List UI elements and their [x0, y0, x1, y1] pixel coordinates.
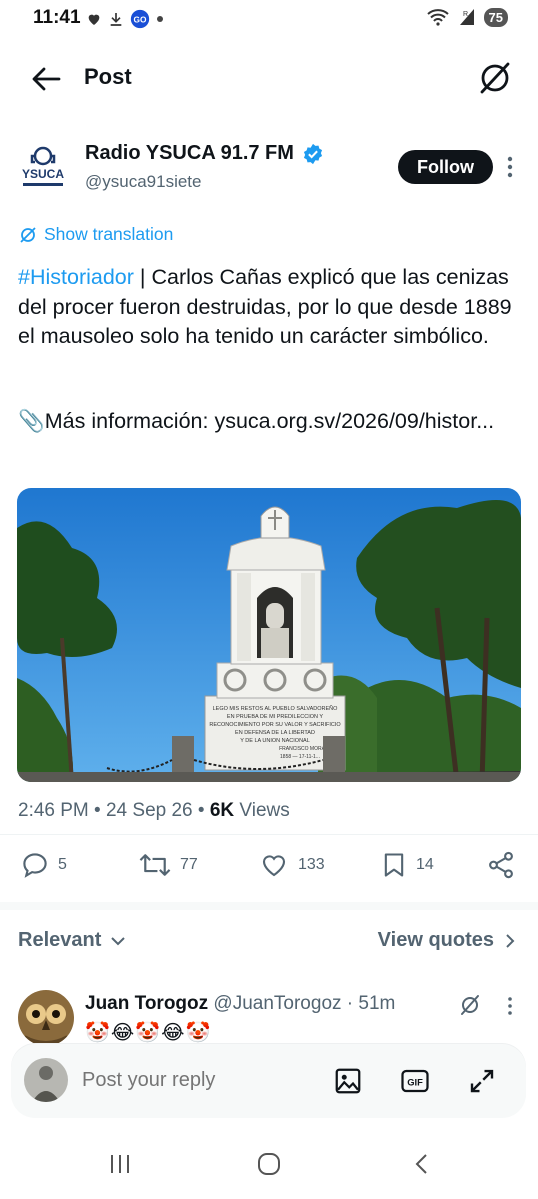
bookmark-icon: [384, 853, 404, 877]
section-divider: [0, 902, 538, 910]
app-badge-icon: GO: [130, 9, 150, 29]
back-arrow-icon[interactable]: [30, 64, 62, 94]
reply-more-options-icon[interactable]: [505, 996, 515, 1016]
reply-icon: [23, 853, 47, 878]
heart-icon: [88, 14, 100, 25]
view-quotes-label: View quotes: [377, 929, 494, 951]
inscription-line-3: RECONOCIMIENTO POR SU VALOR Y SACRIFICIO: [209, 722, 341, 728]
translate-icon: [20, 226, 36, 243]
more-options-icon[interactable]: [503, 154, 517, 180]
status-system-icons: R 75: [426, 7, 508, 27]
share-button[interactable]: [486, 850, 516, 880]
owl-avatar-image: [18, 990, 74, 1046]
share-icon: [489, 851, 513, 879]
status-bar: 11:41 GO R 75: [0, 0, 538, 38]
grok-icon[interactable]: [475, 58, 515, 98]
svg-text:YSUCA: YSUCA: [22, 167, 64, 181]
like-button[interactable]: 133: [258, 850, 325, 880]
views-label: Views: [234, 800, 290, 821]
inscription-line-5: Y DE LA UNION NACIONAL: [240, 738, 310, 744]
home-icon[interactable]: [257, 1152, 281, 1176]
battery-indicator: 75: [483, 7, 508, 27]
svg-text:GO: GO: [134, 14, 147, 24]
hashtag-link[interactable]: #Historiador: [18, 265, 134, 289]
reply-button[interactable]: 5: [20, 850, 67, 880]
svg-text:R: R: [463, 11, 468, 18]
status-notification-icons: GO: [86, 9, 164, 29]
inscription-line-4: EN DEFENSA DE LA LIBERTAD: [235, 730, 315, 736]
gif-icon[interactable]: GIF: [400, 1066, 430, 1096]
author-handle[interactable]: @ysuca91siete: [85, 172, 202, 192]
views-count: 6K: [209, 800, 235, 821]
mausoleum-photo: LEGO MIS RESTOS AL PUEBLO SALVADOREÑO EN…: [17, 488, 521, 782]
post-meta: 2:46 PM • 24 Sep 26 • 6K Views: [18, 800, 290, 821]
post-body: #Historiador | Carlos Cañas explicó que …: [18, 263, 523, 352]
more-info-link[interactable]: ysuca.org.sv/2026/09/histor...: [214, 409, 494, 433]
inscription-line-1: LEGO MIS RESTOS AL PUEBLO SALVADOREÑO: [213, 705, 339, 712]
like-count: 133: [298, 856, 325, 873]
post-time: 2:46 PM: [18, 800, 89, 821]
back-icon[interactable]: [410, 1152, 434, 1176]
like-heart-icon: [262, 855, 286, 877]
sort-relevant-dropdown[interactable]: Relevant: [18, 929, 127, 952]
signal-icon: R: [459, 9, 474, 25]
show-translation-label: Show translation: [44, 224, 174, 244]
post-date: 24 Sep 26: [105, 800, 193, 821]
reply-time: · 51m: [341, 993, 396, 1014]
page-title: Post: [84, 64, 132, 89]
reply-author-name: Juan Torogoz: [85, 993, 209, 1014]
more-info-label: 📎Más información:: [18, 409, 215, 433]
inscription-line-7: 1858 — 17-11-1...: [280, 754, 320, 760]
follow-button[interactable]: Follow: [398, 150, 493, 184]
author-avatar[interactable]: YSUCA: [18, 142, 68, 192]
post-image[interactable]: LEGO MIS RESTOS AL PUEBLO SALVADOREÑO EN…: [17, 488, 521, 782]
repost-icon: [139, 854, 171, 876]
reply-author-avatar[interactable]: [18, 990, 74, 1046]
repost-button[interactable]: 77: [138, 850, 198, 880]
system-navigation-bar: [0, 1140, 538, 1199]
show-translation-link[interactable]: Show translation: [18, 224, 173, 245]
divider: [0, 834, 538, 835]
inscription-line-2: EN PRUEBA DE MI PREDILECCION Y: [227, 714, 324, 720]
download-icon: [110, 13, 122, 26]
svg-text:GIF: GIF: [407, 1077, 423, 1087]
reply-author-handle: @JuanTorogoz: [213, 993, 342, 1014]
reply-input[interactable]: [80, 1068, 314, 1093]
reply-grok-icon[interactable]: [458, 993, 482, 1017]
wifi-icon: [426, 9, 449, 26]
recent-apps-icon[interactable]: [108, 1152, 132, 1176]
status-time: 11:41: [33, 7, 81, 28]
reply-count: 5: [58, 856, 67, 873]
bookmark-button[interactable]: 14: [380, 850, 434, 880]
chevron-down-icon: [111, 936, 126, 945]
my-avatar-image: [24, 1058, 68, 1102]
my-avatar: [24, 1058, 68, 1102]
view-quotes-link[interactable]: View quotes: [378, 929, 518, 952]
author-name[interactable]: Radio YSUCA 91.7 FM: [85, 142, 294, 165]
dot-icon: [157, 16, 163, 22]
expand-icon[interactable]: [467, 1066, 497, 1096]
repost-count: 77: [180, 856, 198, 873]
reply-text: 🤡😂🤡😂🤡: [85, 1022, 212, 1044]
reply-author[interactable]: Juan Torogoz @JuanTorogoz · 51m: [85, 993, 395, 1015]
sort-relevant-label: Relevant: [18, 929, 102, 951]
image-icon[interactable]: [333, 1066, 363, 1096]
bookmark-count: 14: [416, 856, 434, 873]
verified-badge-icon: [303, 143, 323, 165]
post-more-info: 📎Más información: ysuca.org.sv/2026/09/h…: [18, 407, 523, 437]
chevron-right-icon: [506, 933, 515, 948]
